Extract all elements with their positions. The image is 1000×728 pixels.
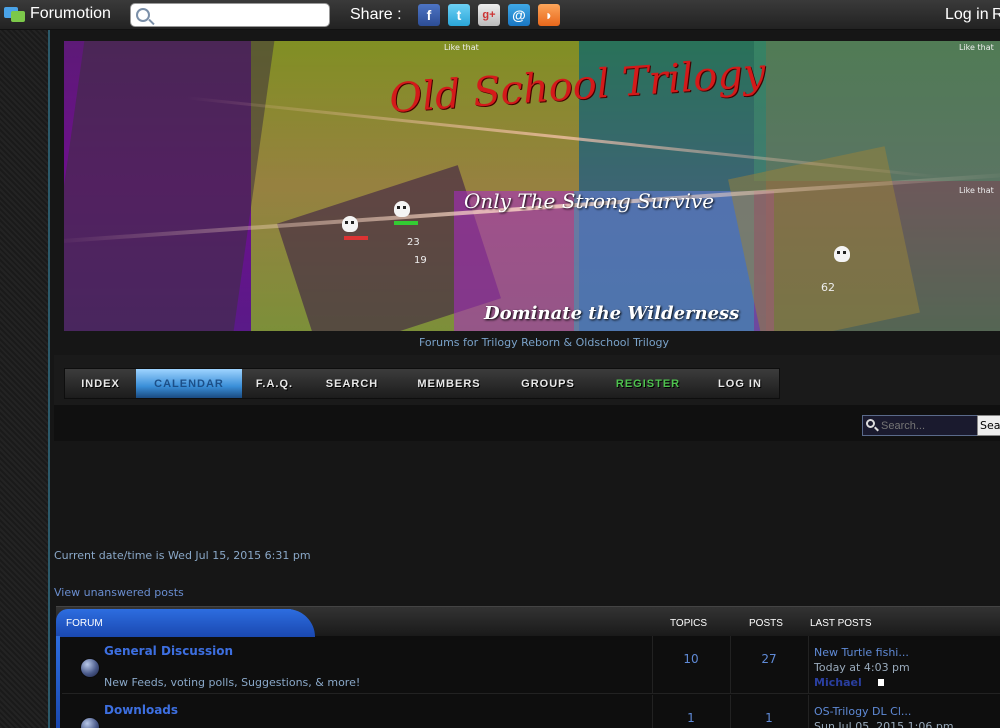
toolbar-register-link[interactable]: R: [992, 6, 1000, 24]
site-banner[interactable]: Like that Like that Like that 23 19 62 O…: [64, 41, 1000, 331]
site-description: Forums for Trilogy Reborn & Oldschool Tr…: [418, 336, 670, 349]
banner-footer: Dominate the Wilderness: [484, 303, 740, 324]
forum-description: New Feeds, voting polls, Suggestions, & …: [104, 676, 361, 689]
nav-login[interactable]: Log in: [701, 369, 779, 398]
banner-panel: [64, 41, 275, 331]
nav-faq[interactable]: F.A.Q.: [242, 369, 307, 398]
forum-row: Downloads 1 1 OS-Trilogy DL Cl... Sun Ju…: [62, 695, 1000, 728]
forum-title-link[interactable]: General Discussion: [104, 644, 233, 658]
topics-count: 1: [687, 711, 695, 725]
skull-icon: [394, 201, 410, 217]
banner-tag: Like that: [959, 43, 994, 52]
google-plus-icon[interactable]: g+: [478, 4, 500, 26]
brand-name[interactable]: Forumotion: [30, 5, 111, 23]
banner-title: Old School Trilogy: [387, 49, 767, 123]
forum-search-button[interactable]: Search: [977, 415, 1000, 436]
nav-index[interactable]: Index: [65, 369, 136, 398]
forum-search-input[interactable]: [881, 418, 975, 433]
hp-bar: [394, 221, 418, 225]
nav-groups[interactable]: Groups: [501, 369, 595, 398]
share-label: Share :: [350, 6, 402, 23]
last-post-link[interactable]: OS-Trilogy DL Cl...: [814, 705, 911, 718]
banner-tag: Like that: [444, 43, 479, 52]
col-posts-header: POSTS: [749, 618, 783, 629]
unanswered-posts-link[interactable]: View unanswered posts: [54, 586, 184, 599]
topics-count: 10: [683, 652, 699, 666]
last-post-author[interactable]: Michael: [814, 676, 862, 689]
forum-status-icon: [80, 717, 100, 728]
toolbar-search-input[interactable]: [157, 7, 325, 23]
forumotion-logo-icon: [4, 5, 26, 23]
col-topics-header: TOPICS: [670, 618, 708, 629]
hit-number: 19: [414, 255, 427, 266]
col-forum-header: FORUM: [66, 618, 103, 629]
search-icon: [866, 419, 875, 428]
forum-title-link[interactable]: Downloads: [104, 703, 178, 717]
forum-table-header: FORUM TOPICS POSTS LAST POSTS: [56, 606, 1000, 637]
forum-row: General Discussion New Feeds, voting pol…: [62, 636, 1000, 694]
last-post-time: Today at 4:03 pm: [814, 661, 910, 674]
goto-post-icon[interactable]: [878, 679, 884, 686]
rss-icon[interactable]: ◗: [538, 4, 560, 26]
forum-search[interactable]: [862, 415, 978, 436]
nav-calendar[interactable]: Calendar: [136, 369, 242, 398]
forum-table: FORUM TOPICS POSTS LAST POSTS General Di…: [56, 606, 1000, 728]
toolbar-search[interactable]: [130, 3, 330, 27]
hp-bar: [344, 236, 368, 240]
facebook-icon[interactable]: f: [418, 4, 440, 26]
forum-status-icon: [80, 658, 100, 678]
skull-icon: [342, 216, 358, 232]
banner-subtitle: Only The Strong Survive: [464, 189, 715, 213]
email-icon[interactable]: @: [508, 4, 530, 26]
nav-register[interactable]: Register: [595, 369, 701, 398]
nav-members[interactable]: Members: [397, 369, 501, 398]
col-last-posts-header: LAST POSTS: [810, 618, 872, 629]
skull-icon: [834, 246, 850, 262]
posts-count: 27: [761, 652, 777, 666]
hit-number: 62: [821, 281, 835, 294]
search-icon: [136, 8, 150, 22]
posts-count: 1: [765, 711, 773, 725]
search-strip: [54, 405, 1000, 441]
forumotion-toolbar: Forumotion Share : f t g+ @ ◗ Log in R: [0, 0, 1000, 30]
banner-tag: Like that: [959, 186, 994, 195]
toolbar-login-link[interactable]: Log in: [945, 6, 989, 24]
last-post-time: Sun Jul 05, 2015 1:06 pm: [814, 720, 954, 728]
hit-number: 23: [407, 237, 420, 248]
forum-side-accent: [56, 636, 60, 728]
forumotion-brand[interactable]: Forumotion: [4, 5, 111, 23]
last-post-link[interactable]: New Turtle fishi...: [814, 646, 909, 659]
twitter-icon[interactable]: t: [448, 4, 470, 26]
current-datetime: Current date/time is Wed Jul 15, 2015 6:…: [54, 549, 311, 562]
main-nav: Index Calendar F.A.Q. Search Members Gro…: [64, 368, 780, 399]
nav-search[interactable]: Search: [307, 369, 397, 398]
page-side-texture: [0, 30, 48, 728]
